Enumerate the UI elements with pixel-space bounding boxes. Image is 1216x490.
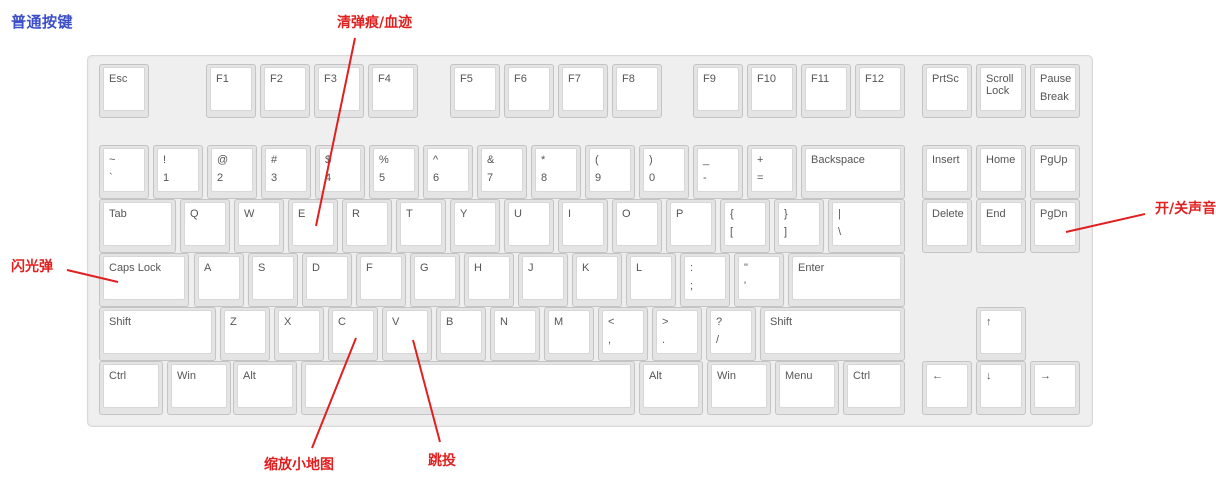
annotation-jumpthrow: 跳投 xyxy=(428,453,456,469)
cleanup-pointer xyxy=(315,37,356,227)
annotation-minimap: 缩放小地图 xyxy=(264,457,334,473)
jumpthrow-pointer xyxy=(412,339,441,443)
annotation-sound: 开/关声音 xyxy=(1155,201,1216,217)
annotation-lines xyxy=(66,37,1146,449)
annotation-flash: 闪光弹 xyxy=(11,259,53,275)
minimap-pointer xyxy=(311,337,357,449)
flash-pointer xyxy=(66,269,119,283)
sound-pointer xyxy=(1065,213,1146,233)
annotation-cleanup: 清弹痕/血迹 xyxy=(337,15,413,31)
